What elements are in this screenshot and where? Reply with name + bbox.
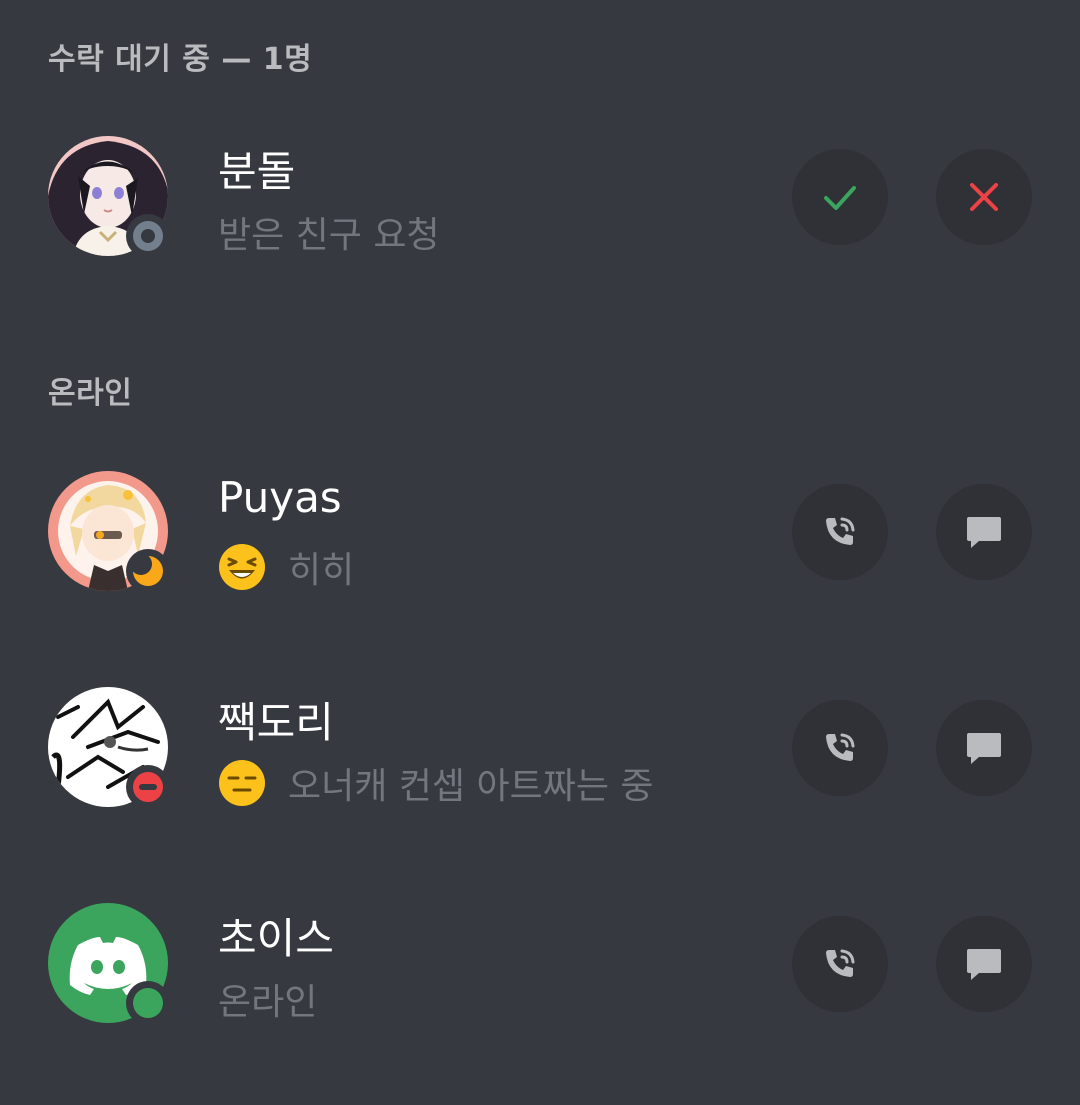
message-button[interactable] xyxy=(936,484,1032,580)
accept-request-button[interactable] xyxy=(792,149,888,245)
phone-call-icon xyxy=(826,733,855,761)
chat-bubble-icon xyxy=(967,733,1001,764)
check-icon xyxy=(824,186,856,210)
friend-name: 초이스 xyxy=(218,914,334,963)
moon-icon xyxy=(131,554,163,586)
close-icon xyxy=(970,183,998,211)
friend-row[interactable]: 짹도리 오너캐 컨셉 아트짜는 중 xyxy=(0,687,1080,817)
expressionless-emoji-icon xyxy=(219,760,265,806)
pending-section-header: 수락 대기 중 — 1명 xyxy=(48,42,313,77)
voice-call-button[interactable] xyxy=(792,916,888,1012)
status-idle-badge xyxy=(126,549,170,593)
phone-call-icon xyxy=(826,949,855,977)
friend-name: 짹도리 xyxy=(218,698,334,747)
voice-call-button[interactable] xyxy=(792,700,888,796)
friend-name: Puyas xyxy=(218,473,342,522)
status-dnd-badge xyxy=(126,765,170,809)
friend-request-subtitle: 받은 친구 요청 xyxy=(218,215,440,256)
do-not-disturb-icon xyxy=(133,772,163,802)
chat-bubble-icon xyxy=(967,949,1001,980)
voice-call-button[interactable] xyxy=(792,484,888,580)
custom-status: 오너캐 컨셉 아트짜는 중 xyxy=(218,757,654,809)
status-online-badge xyxy=(126,981,170,1025)
status-offline-badge xyxy=(126,214,170,258)
friend-row[interactable]: Puyas 히히 xyxy=(0,471,1080,601)
friend-row[interactable]: 초이스 온라인 xyxy=(0,903,1080,1033)
phone-call-icon xyxy=(826,517,855,545)
offline-status-icon xyxy=(133,221,163,251)
chat-bubble-icon xyxy=(967,517,1001,548)
presence-status: 온라인 xyxy=(218,982,318,1023)
custom-status: 히히 xyxy=(218,541,354,593)
decline-request-button[interactable] xyxy=(936,149,1032,245)
message-button[interactable] xyxy=(936,916,1032,1012)
online-status-icon xyxy=(133,988,163,1018)
friend-name: 분돌 xyxy=(218,147,296,196)
friend-request-row[interactable]: 분돌 받은 친구 요청 xyxy=(0,136,1080,266)
laughing-emoji-icon xyxy=(219,544,265,590)
message-button[interactable] xyxy=(936,700,1032,796)
online-section-header: 온라인 xyxy=(48,376,133,411)
